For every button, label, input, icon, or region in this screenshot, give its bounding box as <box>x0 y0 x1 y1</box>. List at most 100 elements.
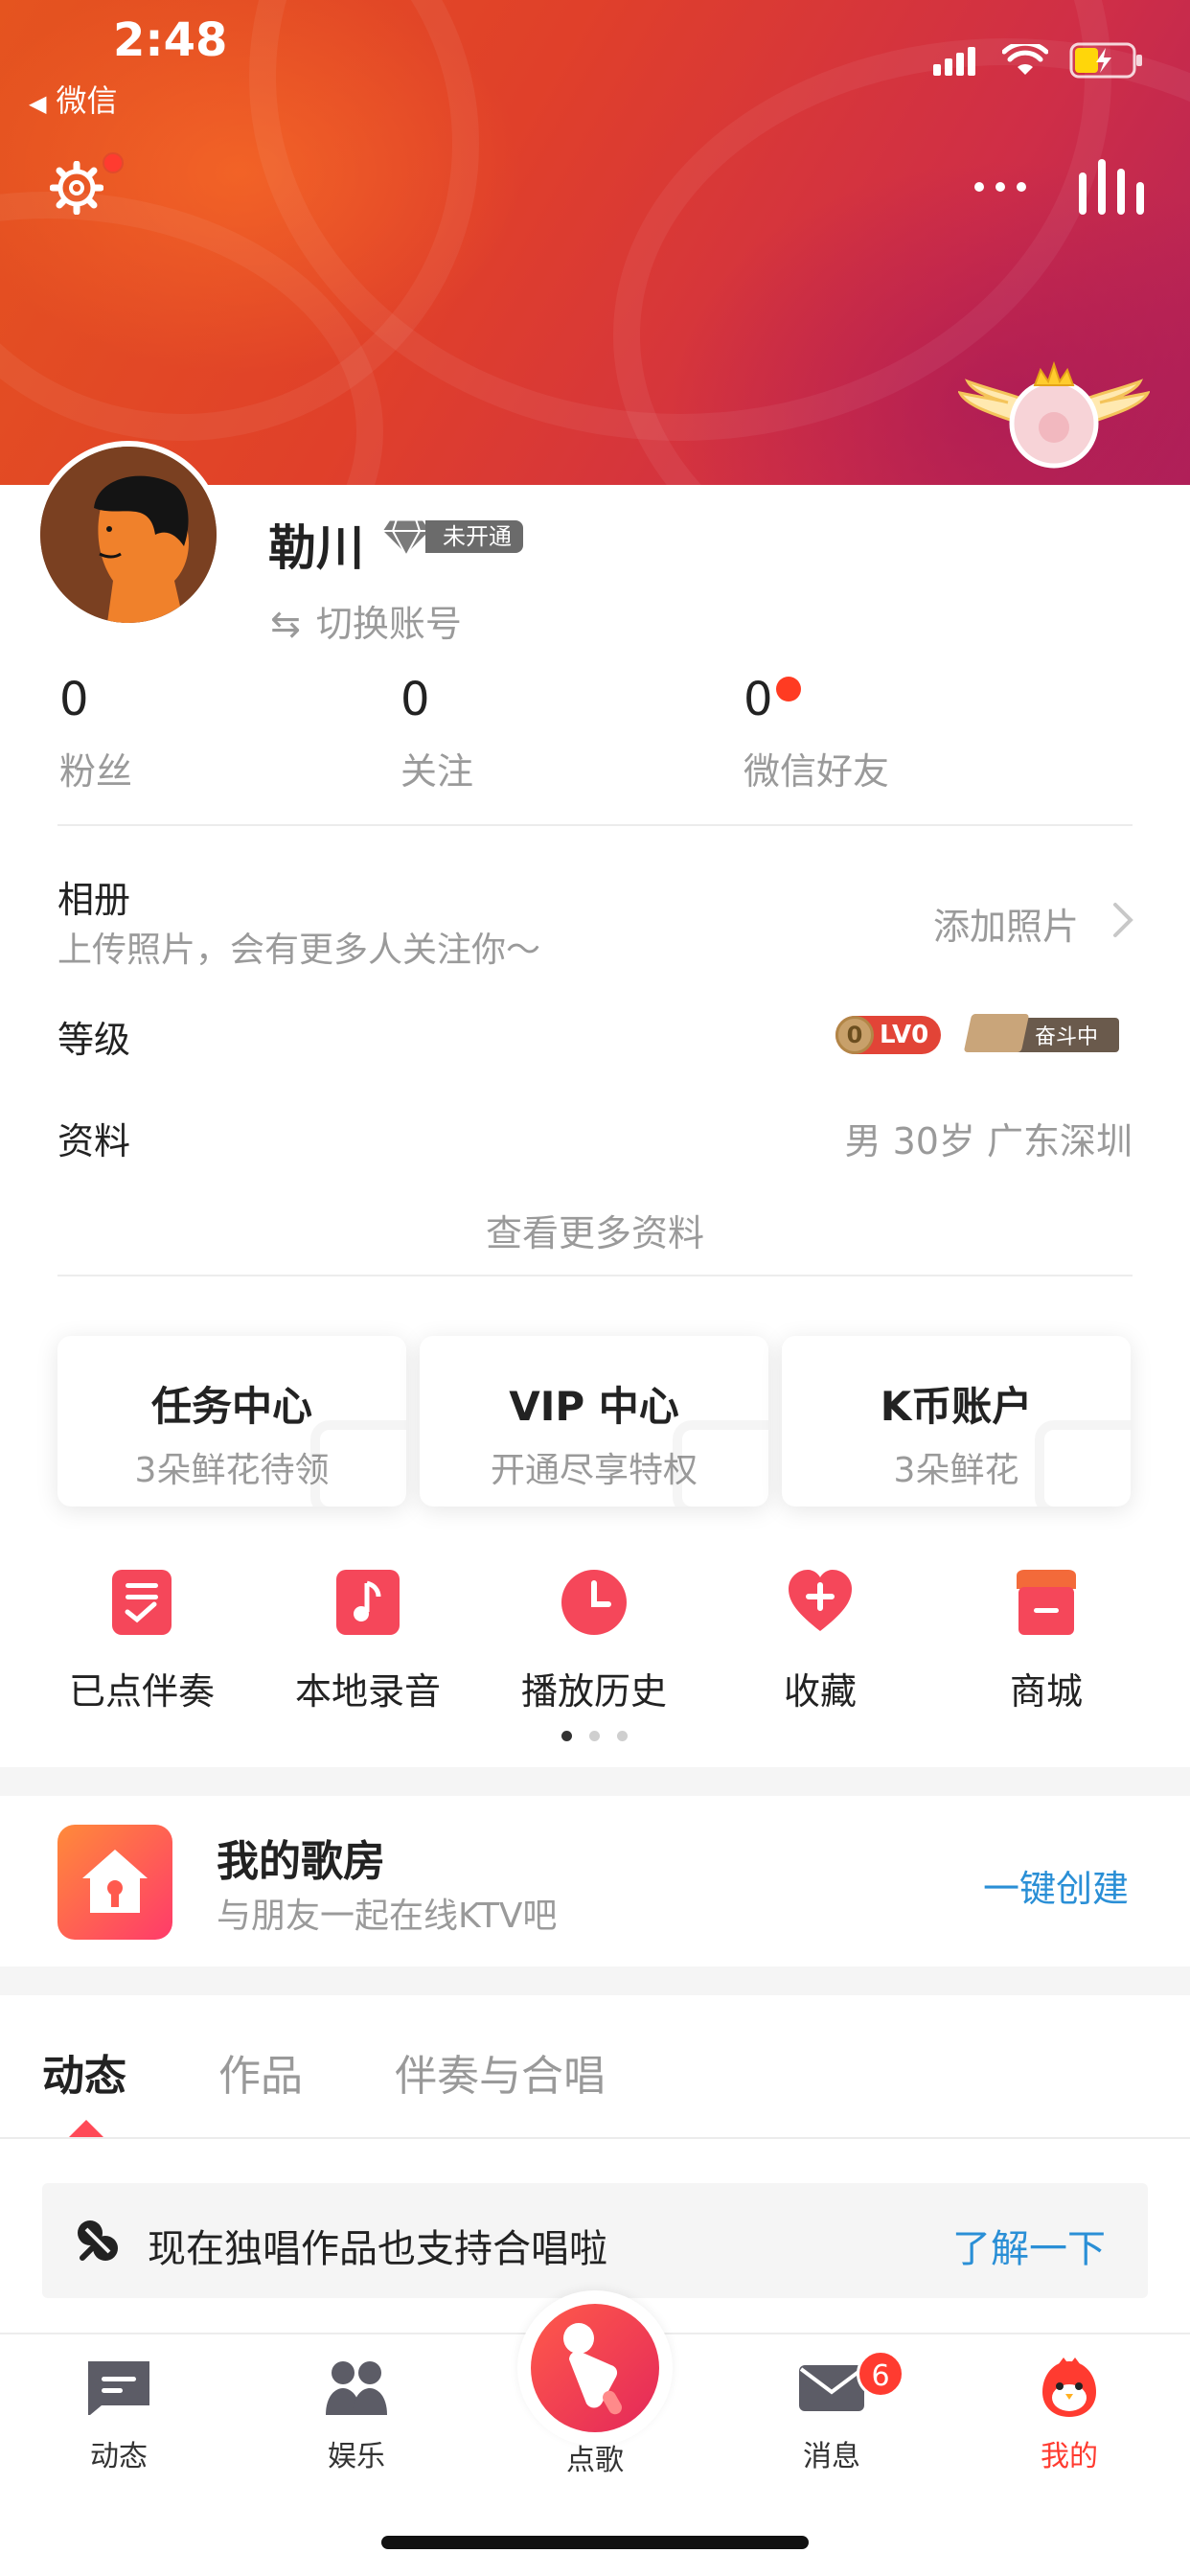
level-badge[interactable]: 0 LV0 <box>835 1016 941 1054</box>
divider <box>57 824 1133 826</box>
wechat-friends-dot <box>776 677 801 702</box>
level-value: LV0 <box>880 1021 929 1049</box>
quick-action-local-recordings[interactable]: 本地录音 <box>263 1568 473 1714</box>
create-room-button[interactable]: 一键创建 <box>983 1859 1129 1912</box>
add-photo-link[interactable]: 添加照片 <box>933 897 1079 950</box>
page-dot <box>617 1731 628 1741</box>
quick-action-favorites[interactable]: 收藏 <box>715 1568 926 1714</box>
quick-action-label: 商城 <box>1009 1670 1083 1713</box>
info-label: 资料 <box>57 1120 131 1162</box>
nav-label: 消息 <box>803 2440 860 2473</box>
checklist-icon <box>112 1570 172 1635</box>
status-icons <box>933 42 1144 79</box>
section-separator <box>0 1966 1190 1995</box>
more-options-icon[interactable] <box>972 172 1029 201</box>
vip-center-card[interactable]: VIP 中心 开通尽享特权 <box>420 1336 768 1506</box>
divider <box>57 1275 1133 1276</box>
nav-me[interactable]: 我的 <box>993 2358 1146 2474</box>
level-label: 等级 <box>57 1019 131 1061</box>
heart-plus-icon <box>789 1570 852 1631</box>
song-room-icon[interactable] <box>57 1825 172 1940</box>
quick-action-label: 本地录音 <box>294 1670 441 1713</box>
stat-label: 微信好友 <box>744 750 890 793</box>
view-more-info-link[interactable]: 查看更多资料 <box>0 1204 1190 1256</box>
tab-feed[interactable]: 动态 <box>42 2041 126 2103</box>
signal-icon <box>933 47 975 76</box>
section-separator <box>0 1767 1190 1796</box>
card-watermark <box>310 1420 406 1506</box>
battery-icon <box>1069 42 1142 79</box>
level-status-badge[interactable]: 奋斗中 <box>963 1014 1119 1052</box>
feed-icon <box>88 2361 149 2415</box>
nav-label-sing: 点歌 <box>566 2444 624 2477</box>
vip-status-label: 未开通 <box>425 520 523 553</box>
info-value: 男 30岁 广东深圳 <box>844 1120 1133 1162</box>
username: 勒川 <box>268 520 364 576</box>
active-tab-indicator <box>67 2120 105 2139</box>
quick-action-history[interactable]: 播放历史 <box>489 1568 699 1714</box>
card-watermark <box>1035 1420 1131 1506</box>
quick-action-label: 播放历史 <box>520 1670 667 1713</box>
card-watermark <box>673 1420 768 1506</box>
stat-following[interactable]: 0 关注 <box>400 673 473 794</box>
quick-action-ordered[interactable]: 已点伴奏 <box>36 1568 247 1714</box>
stat-label: 关注 <box>400 750 474 793</box>
stat-fans[interactable]: 0 粉丝 <box>59 673 132 794</box>
music-note-icon <box>336 1570 400 1635</box>
clock-icon <box>561 1570 627 1635</box>
treasure-box-icon <box>963 1014 1030 1052</box>
settings-notification-dot <box>103 152 124 173</box>
task-center-card[interactable]: 任务中心 3朵鲜花待领 <box>57 1336 406 1506</box>
nav-label: 娱乐 <box>328 2440 385 2473</box>
settings-gear-icon[interactable] <box>50 161 103 215</box>
stat-value: 0 <box>744 673 773 726</box>
tab-accompaniment[interactable]: 伴奏与合唱 <box>395 2041 606 2103</box>
song-room-subtitle: 与朋友一起在线KTV吧 <box>217 1897 558 1936</box>
learn-more-link[interactable]: 了解一下 <box>952 2218 1106 2273</box>
stat-label: 粉丝 <box>59 750 133 793</box>
shop-icon <box>1017 1570 1076 1635</box>
message-count-badge: 6 <box>857 2350 904 2398</box>
song-room-title: 我的歌房 <box>217 1837 385 1886</box>
k-coin-account-card[interactable]: K币账户 3朵鲜花 <box>782 1336 1131 1506</box>
people-icon <box>326 2361 387 2415</box>
sing-button-fill <box>531 2304 659 2432</box>
stat-wechat-friends[interactable]: 0 微信好友 <box>744 673 889 794</box>
sing-icon <box>563 2323 622 2415</box>
back-app-label: 微信 <box>56 82 118 119</box>
album-label: 相册 <box>57 879 131 921</box>
nav-label: 我的 <box>1041 2440 1098 2473</box>
house-icon <box>82 1850 148 1913</box>
sing-center-button[interactable] <box>517 2290 673 2446</box>
page-indicator <box>561 1731 628 1741</box>
status-time: 2:48 <box>113 13 228 67</box>
avatar-illustration <box>40 447 217 623</box>
avatar[interactable] <box>34 441 222 629</box>
tab-works[interactable]: 作品 <box>218 2041 303 2103</box>
switch-account-label: 切换账号 <box>315 603 462 645</box>
back-to-wechat[interactable]: ◀ 微信 <box>29 77 117 121</box>
chevron-right-icon[interactable] <box>1111 901 1134 939</box>
nav-feed[interactable]: 动态 <box>42 2358 195 2474</box>
tip-text: 现在独唱作品也支持合唱啦 <box>148 2227 607 2271</box>
divider <box>0 2137 1190 2139</box>
nav-entertainment[interactable]: 娱乐 <box>280 2358 433 2474</box>
vip-badge[interactable]: 未开通 <box>379 516 523 558</box>
page-dot <box>589 1731 600 1741</box>
bird-icon <box>1042 2358 1096 2417</box>
music-bars-icon[interactable] <box>1079 159 1144 215</box>
stat-value: 0 <box>59 673 89 726</box>
duet-mic-icon <box>78 2220 118 2261</box>
crown-wings-icon[interactable] <box>958 355 1150 470</box>
page-dot-active <box>561 1731 572 1741</box>
coin-icon: 0 <box>835 1016 874 1054</box>
chorus-tip-banner[interactable]: 现在独唱作品也支持合唱啦 了解一下 <box>42 2183 1148 2298</box>
mail-icon <box>799 2365 864 2411</box>
album-subtitle: 上传照片，会有更多人关注你～ <box>57 931 541 970</box>
wifi-icon <box>1002 44 1048 75</box>
level-status-label: 奋斗中 <box>1034 1025 1098 1049</box>
home-indicator <box>381 2536 809 2549</box>
quick-action-label: 收藏 <box>783 1670 857 1713</box>
quick-action-mall[interactable]: 商城 <box>941 1568 1152 1714</box>
switch-account-button[interactable]: ⇆ 切换账号 <box>270 594 462 647</box>
